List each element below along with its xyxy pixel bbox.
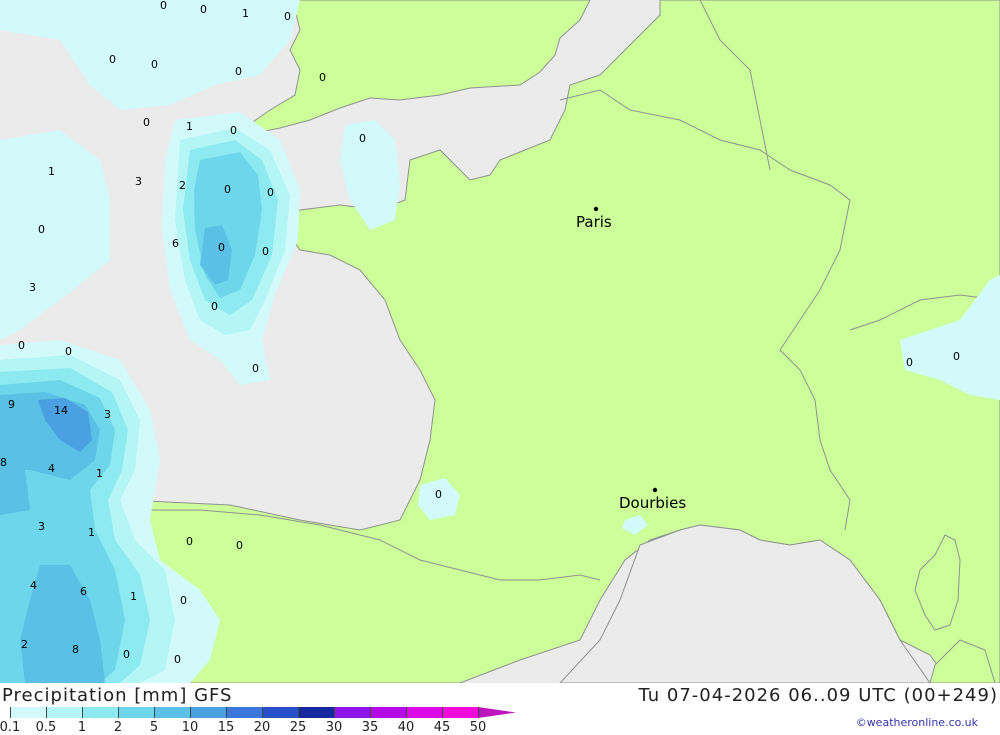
legend-swatch: [406, 707, 442, 718]
precip-value: 0: [236, 539, 243, 552]
precip-value: 0: [262, 245, 269, 258]
precip-value: 4: [30, 579, 37, 592]
legend-swatch: [478, 707, 516, 718]
precip-value: 0: [109, 53, 116, 66]
city-label: Paris: [576, 213, 612, 231]
map-footer: Precipitation [mm] GFS Tu 07-04-2026 06.…: [0, 683, 1000, 735]
legend-swatch: [82, 707, 118, 718]
legend-swatch: [46, 707, 82, 718]
precip-value: 1: [242, 7, 249, 20]
precip-value: 0: [953, 350, 960, 363]
legend-swatch: [298, 707, 334, 718]
precip-value: 0: [284, 10, 291, 23]
legend-swatch: [10, 707, 46, 718]
precip-value: 1: [48, 165, 55, 178]
precip-value: 0: [218, 241, 225, 254]
legend-swatch: [262, 707, 298, 718]
precip-value: 14: [54, 404, 68, 417]
precip-value: 0: [18, 339, 25, 352]
legend-swatch: [226, 707, 262, 718]
legend-swatch: [118, 707, 154, 718]
precip-value: 1: [88, 526, 95, 539]
precip-value: 0: [906, 356, 913, 369]
legend-swatch: [370, 707, 406, 718]
legend-swatch: [442, 707, 478, 718]
precip-value: 1: [96, 467, 103, 480]
precip-value: 3: [104, 408, 111, 421]
precip-value: 2: [21, 638, 28, 651]
legend-swatch: [154, 707, 190, 718]
precip-value: 0: [200, 3, 207, 16]
precip-value: 0: [143, 116, 150, 129]
precip-value: 0: [267, 186, 274, 199]
precip-value: 0: [123, 648, 130, 661]
precip-value: 0: [174, 653, 181, 666]
valid-time: Tu 07-04-2026 06..09 UTC (00+249): [638, 685, 998, 706]
precip-value: 9: [8, 398, 15, 411]
precip-value: 0: [252, 362, 259, 375]
precipitation-map: 0 0 1 0 0 0 0 0 0 1 0 0 1 3 2 0 0 0 6 0 …: [0, 0, 1000, 683]
credit-link[interactable]: ©weatheronline.co.uk: [856, 716, 978, 729]
precip-value: 0: [38, 223, 45, 236]
precip-value: 8: [0, 456, 7, 469]
precip-value: 0: [151, 58, 158, 71]
precip-value: 2: [179, 179, 186, 192]
precip-value: 0: [224, 183, 231, 196]
precip-value: 6: [80, 585, 87, 598]
city-label: Dourbies: [619, 494, 686, 512]
precip-value: 3: [38, 520, 45, 533]
precip-value: 4: [48, 462, 55, 475]
precip-value: 0: [235, 65, 242, 78]
legend-swatch: [190, 707, 226, 718]
precip-value: 0: [211, 300, 218, 313]
city-marker: [652, 487, 658, 493]
precip-value: 1: [186, 120, 193, 133]
precip-value: 0: [186, 535, 193, 548]
precip-value: 8: [72, 643, 79, 656]
precip-value: 6: [172, 237, 179, 250]
precip-value: 0: [65, 345, 72, 358]
precip-value: 0: [319, 71, 326, 84]
precip-value: 0: [359, 132, 366, 145]
precip-value: 3: [29, 281, 36, 294]
precip-value: 0: [435, 488, 442, 501]
precip-value: 0: [180, 594, 187, 607]
legend-swatch: [334, 707, 370, 718]
precip-value: 0: [230, 124, 237, 137]
precip-value: 3: [135, 175, 142, 188]
city-marker: [593, 206, 599, 212]
precip-value: 1: [130, 590, 137, 603]
precip-value: 0: [160, 0, 167, 12]
map-title: Precipitation [mm] GFS: [2, 685, 233, 706]
